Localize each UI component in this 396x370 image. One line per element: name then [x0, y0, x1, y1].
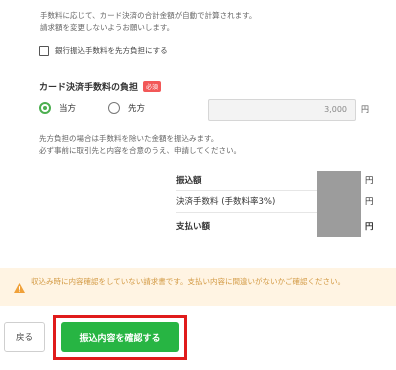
- summary-transfer-unit: 円: [365, 176, 374, 186]
- bank-fee-checkbox[interactable]: [39, 46, 49, 56]
- summary-fee-unit: 円: [365, 197, 374, 207]
- bank-fee-checkbox-label: 銀行振込手数料を先方負担にする: [55, 46, 168, 55]
- summary-fee-label: 決済手数料 (手数料率3%): [176, 197, 276, 207]
- fee-amount-unit: 円: [361, 105, 369, 114]
- radio-button-senpo[interactable]: [108, 102, 120, 114]
- card-fee-title-row: カード決済手数料の負担 必須: [39, 80, 162, 93]
- radio-button-toho[interactable]: [39, 102, 51, 114]
- redacted-amount-block: [317, 171, 361, 237]
- warning-text: 収込み時に内容確認をしていない請求書です。支払い内容に間違いがないかご確認くださ…: [31, 277, 346, 286]
- fee-auto-note-line2: 請求額を変更しないようお願いします。: [40, 23, 175, 32]
- radio-option-senpo[interactable]: 先方: [108, 102, 145, 114]
- summary-payment-label: 支払い額: [176, 222, 211, 232]
- required-badge: 必須: [143, 81, 162, 92]
- warning-icon: [14, 283, 25, 293]
- bank-fee-checkbox-row[interactable]: 銀行振込手数料を先方負担にする: [39, 45, 168, 57]
- card-fee-title: カード決済手数料の負担: [39, 83, 139, 93]
- warning-banner: 収込み時に内容確認をしていない請求書です。支払い内容に間違いがないかご確認くださ…: [0, 268, 396, 306]
- fee-burden-note-line2: 必ず事前に取引先と内容を合意のうえ、申請してください。: [39, 146, 242, 155]
- fee-auto-note-line1: 手数料に応じて、カード決済の合計金額が自動で計算されます。: [40, 11, 257, 20]
- summary-payment-unit: 円: [365, 222, 374, 232]
- fee-burden-note-line1: 先方負担の場合は手数料を除いた金額を振込みます。: [39, 134, 219, 143]
- back-button[interactable]: 戻る: [4, 322, 45, 352]
- confirm-transfer-button[interactable]: 振込内容を確認する: [61, 322, 179, 352]
- summary-transfer-label: 振込額: [176, 176, 202, 186]
- radio-option-toho[interactable]: 当方: [39, 102, 76, 114]
- radio-label-toho: 当方: [59, 104, 77, 114]
- fee-auto-note: 手数料に応じて、カード決済の合計金額が自動で計算されます。 請求額を変更しないよ…: [40, 10, 256, 34]
- fee-amount-input[interactable]: 3,000: [208, 99, 356, 121]
- fee-burden-note: 先方負担の場合は手数料を除いた金額を振込みます。 必ず事前に取引先と内容を合意の…: [39, 133, 241, 157]
- radio-label-senpo: 先方: [128, 104, 146, 114]
